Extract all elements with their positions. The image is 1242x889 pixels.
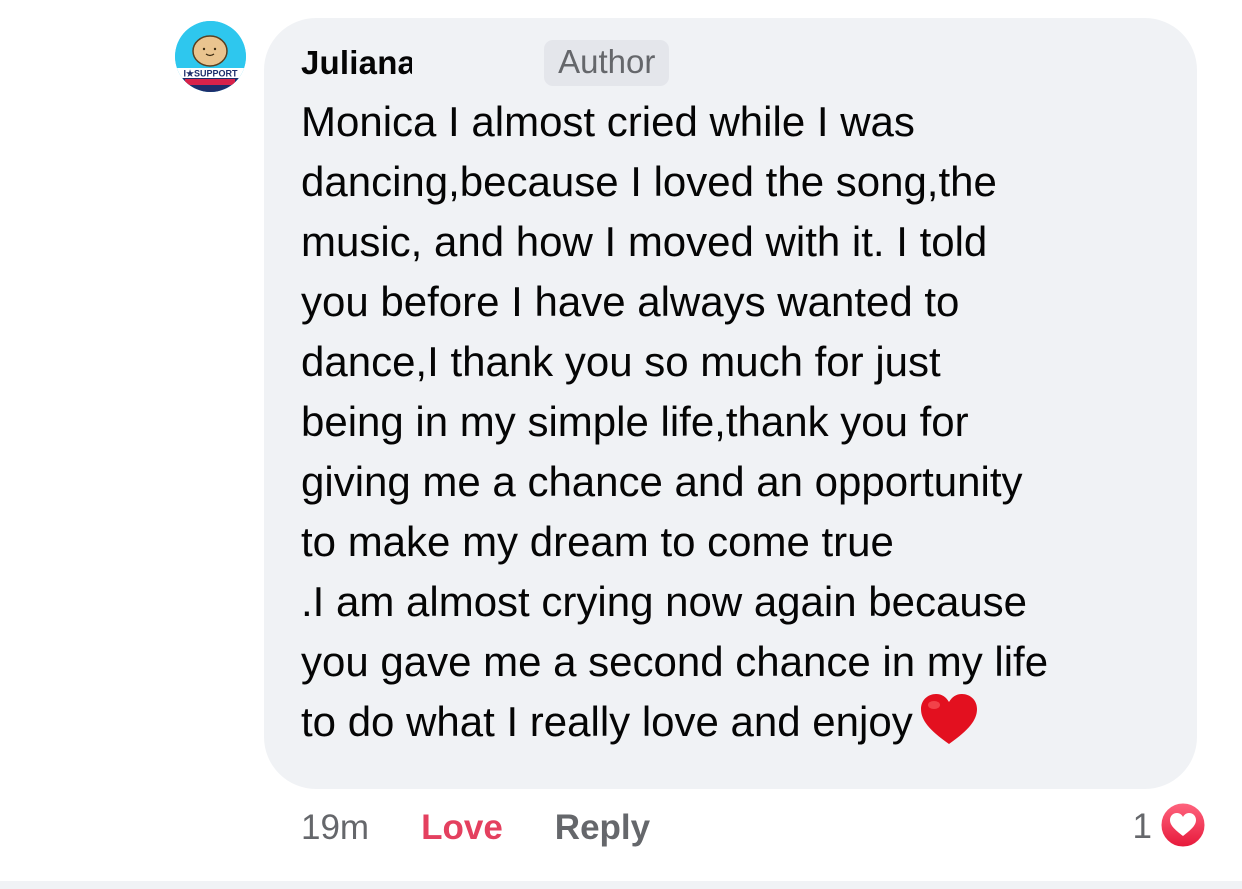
red-heart-icon [919,692,979,764]
avatar-label: I★SUPPORT [183,69,238,79]
comment-actions: 19m Love Reply [301,803,650,853]
name-redaction [412,41,531,85]
love-button[interactable]: Love [421,808,503,848]
comment-body: Monica I almost cried while I was dancin… [301,92,1181,764]
reaction-summary[interactable]: 1 [1133,800,1208,854]
timestamp[interactable]: 19m [301,808,369,848]
user-avatar[interactable]: I★SUPPORT [175,21,246,92]
comment-header: Juliana Author [301,36,670,90]
love-reaction-icon [1158,800,1208,855]
author-badge: Author [544,40,670,86]
avatar-image: I★SUPPORT [175,21,246,92]
bottom-divider [0,881,1242,889]
author-name[interactable]: Juliana [301,44,416,82]
comment-text: Monica I almost cried while I was dancin… [301,98,1049,745]
reply-button[interactable]: Reply [555,808,650,848]
comment-thread: I★SUPPORT Juliana Author Monica I almost… [0,0,1242,889]
reaction-count: 1 [1132,807,1152,846]
